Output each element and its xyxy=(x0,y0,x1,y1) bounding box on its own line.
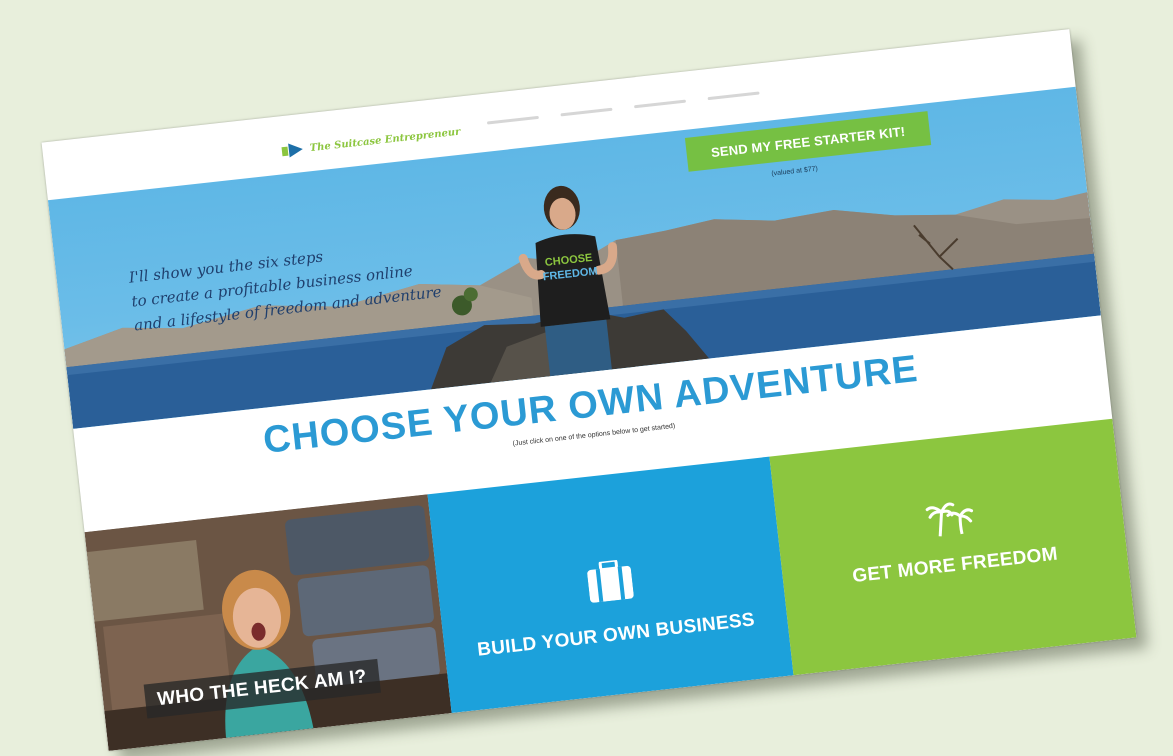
website-screenshot-card: The Suitcase Entrepreneur CHOOSE FREEDOM… xyxy=(41,29,1137,751)
suitcases-photo xyxy=(84,494,452,751)
get-freedom-label: GET MORE FREEDOM xyxy=(851,543,1059,588)
nav-item[interactable] xyxy=(707,91,760,101)
logo-icon xyxy=(281,141,304,158)
build-business-label: BUILD YOUR OWN BUSINESS xyxy=(476,609,756,661)
nav-menu xyxy=(486,91,760,125)
suitcase-icon xyxy=(586,558,635,609)
build-business-tile[interactable]: BUILD YOUR OWN BUSINESS xyxy=(427,456,794,714)
palm-trees-icon xyxy=(924,495,977,545)
page-background: The Suitcase Entrepreneur CHOOSE FREEDOM… xyxy=(0,0,1173,756)
brand-name: The Suitcase Entrepreneur xyxy=(309,126,461,154)
site-logo[interactable]: The Suitcase Entrepreneur xyxy=(281,125,461,159)
nav-item[interactable] xyxy=(634,99,687,109)
nav-item[interactable] xyxy=(486,115,539,125)
get-freedom-tile[interactable]: GET MORE FREEDOM xyxy=(769,418,1137,676)
who-am-i-tile[interactable]: WHO THE HECK AM I? xyxy=(84,494,452,751)
option-tiles: WHO THE HECK AM I? BUILD YOUR OWN BUSINE… xyxy=(84,418,1137,751)
nav-item[interactable] xyxy=(560,107,613,117)
